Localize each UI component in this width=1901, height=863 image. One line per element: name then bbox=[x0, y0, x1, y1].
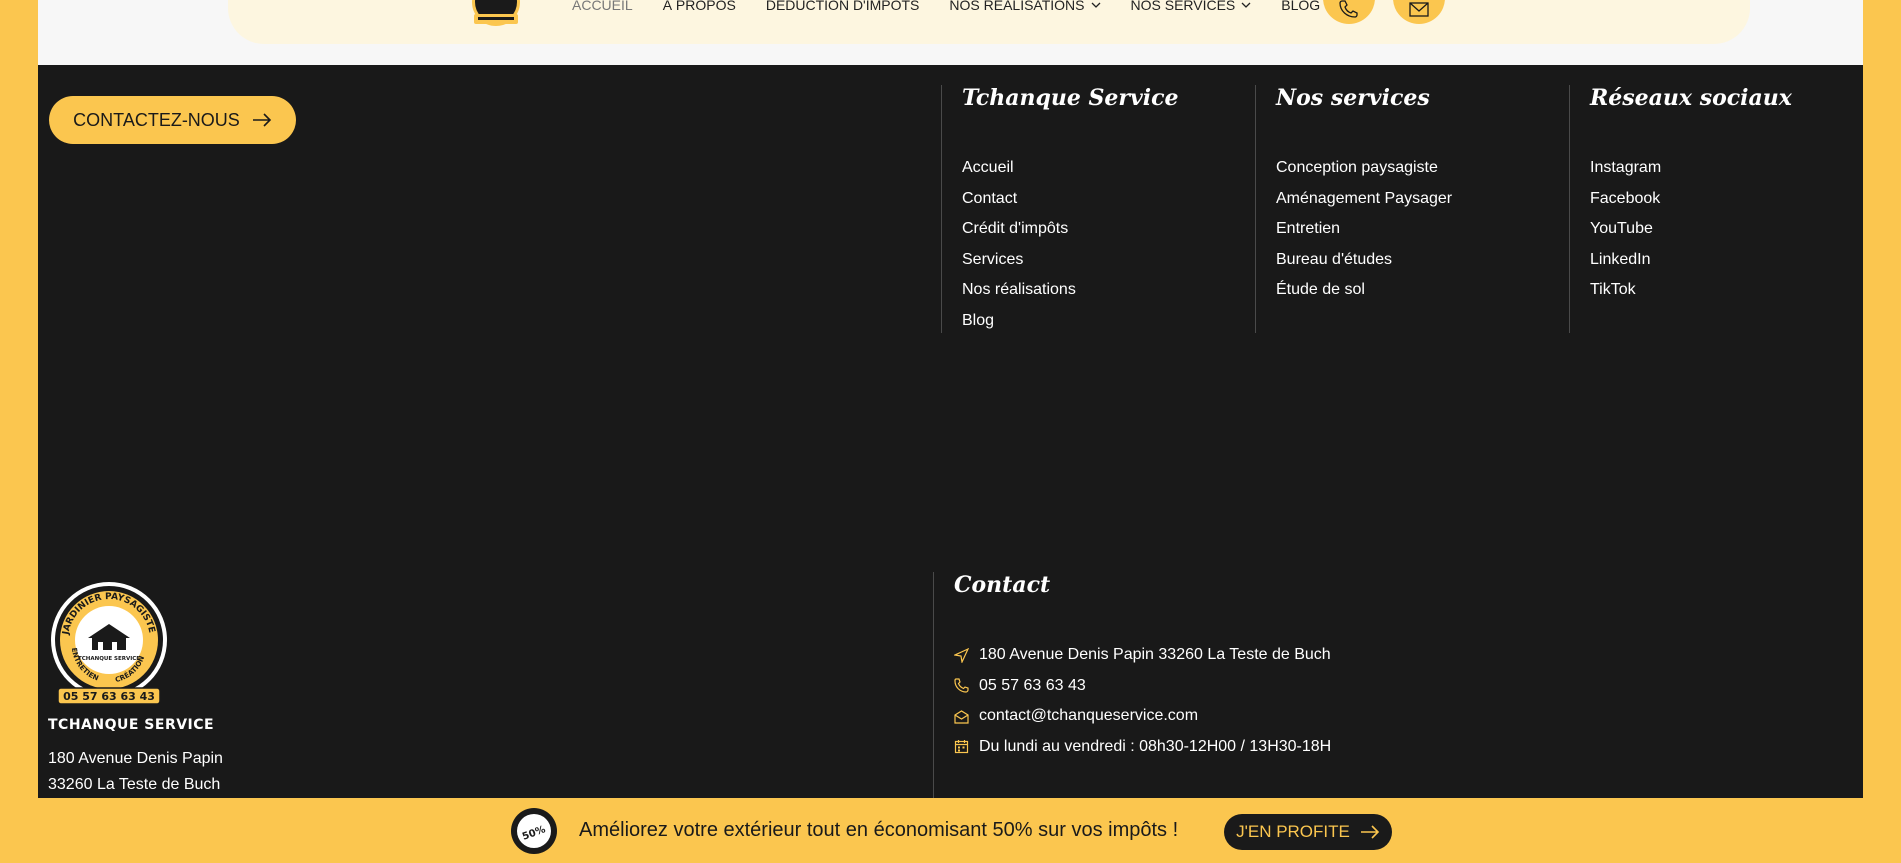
column-title: Réseaux sociaux bbox=[1590, 85, 1792, 111]
chevron-down-icon bbox=[1091, 2, 1100, 8]
contact-address-text: 180 Avenue Denis Papin 33260 La Teste de… bbox=[979, 646, 1331, 664]
footer-link[interactable]: Accueil bbox=[962, 153, 1179, 184]
footer-link[interactable]: Instagram bbox=[1590, 153, 1792, 184]
footer-link[interactable]: Contact bbox=[962, 184, 1179, 215]
arrow-right-icon bbox=[1360, 825, 1380, 839]
footer: CONTACTEZ-NOUS Tchanque Service Accueil … bbox=[38, 65, 1863, 812]
promo-cta-label: J'EN PROFITE bbox=[1236, 822, 1350, 841]
footer-link[interactable]: Bureau d'études bbox=[1276, 245, 1452, 276]
promo-bar: 50% Améliorez votre extérieur tout en éc… bbox=[0, 798, 1901, 863]
nav-item-label: NOS RÉALISATIONS bbox=[949, 0, 1085, 13]
promo-text: Améliorez votre extérieur tout en économ… bbox=[579, 819, 1179, 841]
promo-cta-button[interactable]: J'EN PROFITE bbox=[1224, 814, 1392, 850]
column-title: Tchanque Service bbox=[962, 85, 1179, 111]
nav-item-services[interactable]: NOS SERVICES bbox=[1131, 0, 1252, 13]
location-arrow-icon bbox=[954, 647, 969, 663]
address-line: 180 Avenue Denis Papin bbox=[48, 750, 223, 767]
contact-us-button[interactable]: CONTACTEZ-NOUS bbox=[49, 96, 296, 144]
svg-text:05 57 63 63 43: 05 57 63 63 43 bbox=[63, 690, 155, 703]
contact-phone[interactable]: 05 57 63 63 43 bbox=[954, 671, 1331, 702]
arrow-right-icon bbox=[252, 113, 271, 127]
footer-link[interactable]: Aménagement Paysager bbox=[1276, 184, 1452, 215]
footer-column-services: Nos services Conception paysagiste Aména… bbox=[1255, 85, 1452, 333]
footer-link[interactable]: Conception paysagiste bbox=[1276, 153, 1452, 184]
footer-link[interactable]: Services bbox=[962, 245, 1179, 276]
nav-item-deduction[interactable]: DEDUCTION D'IMPOTS bbox=[766, 0, 920, 13]
promo-badge-text: 50% bbox=[520, 824, 548, 843]
address-line: 33260 La Teste de Buch bbox=[48, 776, 221, 793]
footer-link[interactable]: TikTok bbox=[1590, 275, 1792, 306]
nav-item-label: NOS SERVICES bbox=[1130, 0, 1236, 13]
contact-email[interactable]: contact@tchanqueservice.com bbox=[954, 701, 1331, 732]
nav-logo[interactable] bbox=[470, 0, 522, 28]
footer-link[interactable]: Nos réalisations bbox=[962, 275, 1179, 306]
nav-item-realisations[interactable]: NOS RÉALISATIONS bbox=[949, 0, 1100, 13]
chevron-down-icon bbox=[1241, 2, 1251, 8]
contact-hours-text: Du lundi au vendredi : 08h30-12H00 / 13H… bbox=[979, 737, 1332, 755]
brand-address: 180 Avenue Denis Papin 33260 La Teste de… bbox=[48, 746, 223, 798]
contact-phone-text: 05 57 63 63 43 bbox=[979, 676, 1086, 694]
footer-link[interactable]: Étude de sol bbox=[1276, 275, 1452, 306]
svg-text:TCHANQUE SERVICE: TCHANQUE SERVICE bbox=[78, 656, 140, 662]
column-title: Nos services bbox=[1276, 85, 1430, 111]
nav-item-blog[interactable]: BLOG bbox=[1281, 0, 1320, 13]
contact-address: 180 Avenue Denis Papin 33260 La Teste de… bbox=[954, 640, 1331, 671]
contact-email-text: contact@tchanqueservice.com bbox=[979, 707, 1199, 725]
footer-column-social: Réseaux sociaux Instagram Facebook YouTu… bbox=[1569, 85, 1792, 333]
footer-link[interactable]: Entretien bbox=[1276, 214, 1452, 245]
footer-link[interactable]: Blog bbox=[962, 306, 1179, 337]
nav-item-label: DEDUCTION D'IMPOTS bbox=[765, 0, 920, 13]
footer-column-contact: Contact 180 Avenue Denis Papin 33260 La … bbox=[933, 572, 1331, 812]
calendar-icon bbox=[954, 740, 969, 754]
footer-link[interactable]: YouTube bbox=[1590, 214, 1792, 245]
nav-logo-band bbox=[474, 14, 518, 24]
phone-icon bbox=[954, 678, 969, 693]
nav-item-a-propos[interactable]: À PROPOS bbox=[663, 0, 736, 13]
contact-hours: Du lundi au vendredi : 08h30-12H00 / 13H… bbox=[954, 732, 1331, 763]
envelope-open-icon bbox=[954, 710, 969, 724]
column-title: Contact bbox=[954, 572, 1051, 598]
footer-link[interactable]: Crédit d'impôts bbox=[962, 214, 1179, 245]
nav-item-label: BLOG bbox=[1281, 0, 1321, 13]
footer-column-tchanque: Tchanque Service Accueil Contact Crédit … bbox=[941, 85, 1179, 333]
nav-item-label: ACCUEIL bbox=[572, 0, 633, 13]
nav-item-accueil[interactable]: ACCUEIL bbox=[572, 0, 633, 13]
phone-icon bbox=[1339, 0, 1358, 18]
brand-name: TCHANQUE SERVICE bbox=[48, 717, 215, 733]
mail-icon bbox=[1409, 2, 1429, 17]
promo-badge: 50% bbox=[511, 808, 557, 854]
footer-link[interactable]: Facebook bbox=[1590, 184, 1792, 215]
main-nav: ACCUEIL À PROPOS DEDUCTION D'IMPOTS NOS … bbox=[572, 0, 1320, 13]
footer-link[interactable]: LinkedIn bbox=[1590, 245, 1792, 276]
brand-logo: JARDINIER PAYSAGISTE ENTRETIEN CRÉATION … bbox=[51, 582, 167, 705]
nav-item-label: À PROPOS bbox=[662, 0, 736, 13]
contact-us-label: CONTACTEZ-NOUS bbox=[73, 109, 240, 130]
